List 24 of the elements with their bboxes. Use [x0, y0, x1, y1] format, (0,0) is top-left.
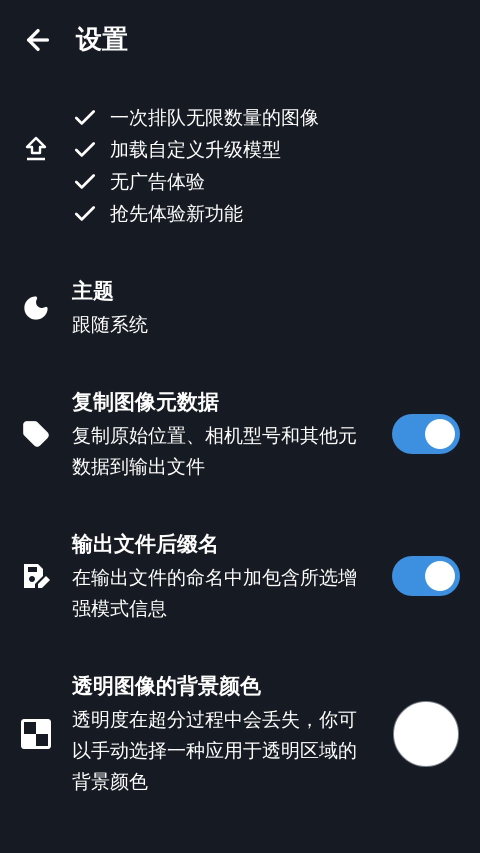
setting-title: 复制图像元数据	[72, 389, 220, 416]
setting-item[interactable]: 输出文件后缀名 在输出文件的命名中加包含所选增强模式信息	[0, 527, 480, 625]
feature-text: 抢先体验新功能	[110, 202, 243, 227]
upload-icon	[24, 135, 48, 161]
save-edit-icon	[21, 562, 51, 590]
toggle-switch[interactable]	[392, 414, 460, 454]
tag-icon	[22, 420, 50, 448]
setting-title: 输出文件后缀名	[72, 531, 220, 558]
feature-text: 一次排队无限数量的图像	[110, 106, 319, 131]
setting-title: 透明图像的背景颜色	[72, 673, 262, 700]
moon-icon	[22, 294, 50, 322]
checkerboard-icon	[20, 718, 52, 750]
toggle-switch[interactable]	[392, 556, 460, 596]
setting-item[interactable]: 复制图像元数据 复制原始位置、相机型号和其他元数据到输出文件	[0, 385, 480, 483]
setting-description: 复制原始位置、相机型号和其他元数据到输出文件	[72, 424, 358, 480]
setting-description: 跟随系统	[72, 313, 149, 338]
setting-item[interactable]: 透明图像的背景颜色 透明度在超分过程中会丢失，你可以手动选择一种应用于透明区域的背景颜色	[0, 669, 480, 798]
setting-description: 在输出文件的命名中加包含所选增强模式信息	[72, 566, 358, 622]
setting-item[interactable]: 主题 跟随系统	[0, 274, 480, 341]
feature-text: 无广告体验	[110, 170, 205, 195]
setting-description: 透明度在超分过程中会丢失，你可以手动选择一种应用于透明区域的背景颜色	[72, 708, 358, 795]
page-title: 设置	[76, 24, 128, 56]
feature-text: 加载自定义升级模型	[110, 138, 281, 163]
setting-title: 主题	[72, 278, 115, 305]
